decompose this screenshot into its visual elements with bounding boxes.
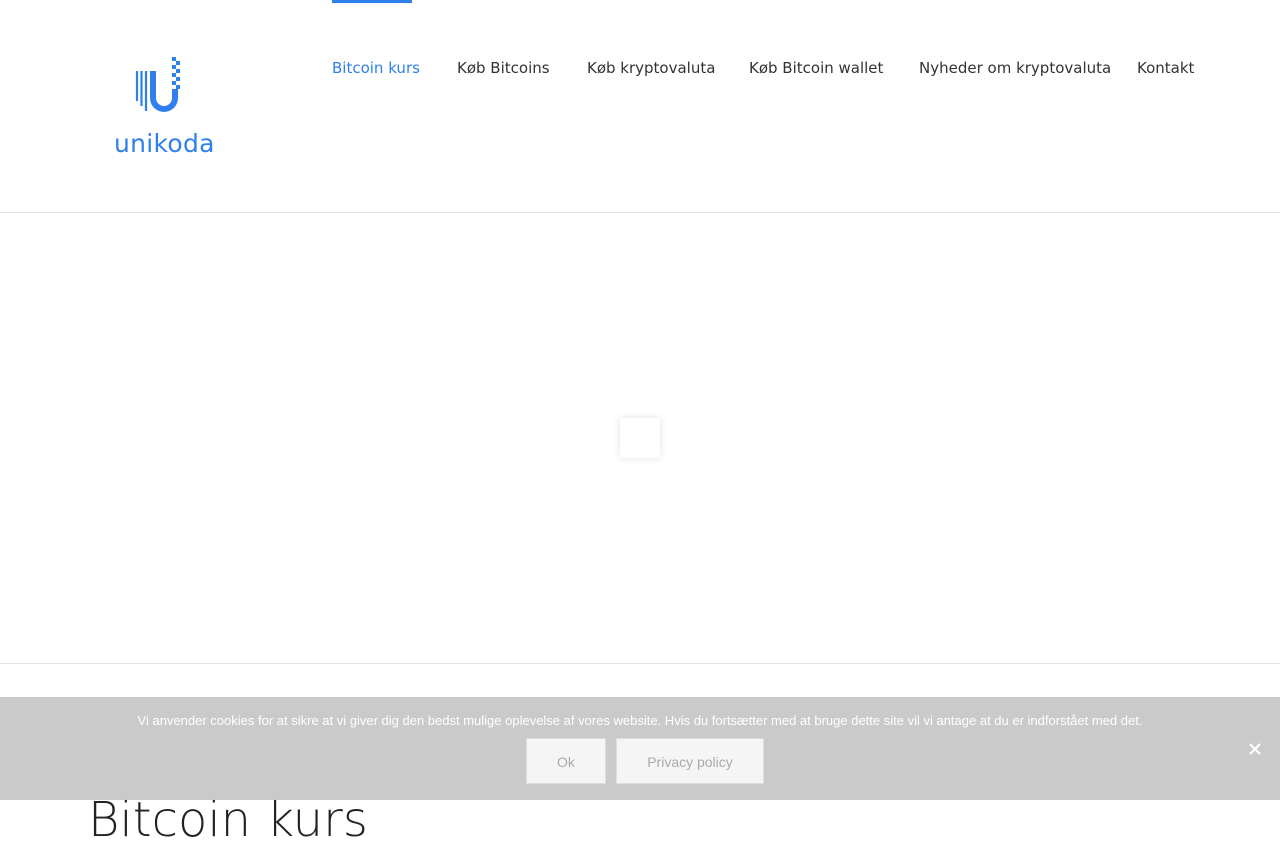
nav-item-koeb-bitcoins[interactable]: Køb Bitcoins — [457, 58, 550, 80]
hero-section — [0, 213, 1280, 664]
nav-item-bitcoin-kurs[interactable]: Bitcoin kurs — [332, 58, 420, 80]
spinner-icon — [620, 418, 660, 458]
cookie-notice: Vi anvender cookies for at sikre at vi g… — [0, 697, 1280, 800]
cookie-notice-text: Vi anvender cookies for at sikre at vi g… — [137, 713, 1143, 728]
nav-item-koeb-kryptovaluta[interactable]: Køb kryptovaluta — [587, 58, 715, 80]
main-navigation: Bitcoin kurs Køb Bitcoins Køb kryptovalu… — [0, 0, 1280, 100]
privacy-policy-button[interactable]: Privacy policy — [616, 738, 764, 784]
close-icon[interactable] — [1246, 740, 1264, 758]
site-header: unikoda Bitcoin kurs Køb Bitcoins Køb kr… — [0, 0, 1280, 213]
logo-text: unikoda — [114, 129, 215, 158]
nav-item-nyheder[interactable]: Nyheder om kryptovaluta — [919, 58, 1111, 80]
nav-item-koeb-bitcoin-wallet[interactable]: Køb Bitcoin wallet — [749, 58, 883, 80]
nav-active-indicator — [332, 0, 412, 3]
nav-item-kontakt[interactable]: Kontakt — [1137, 58, 1194, 80]
cookie-ok-button[interactable]: Ok — [526, 738, 606, 784]
